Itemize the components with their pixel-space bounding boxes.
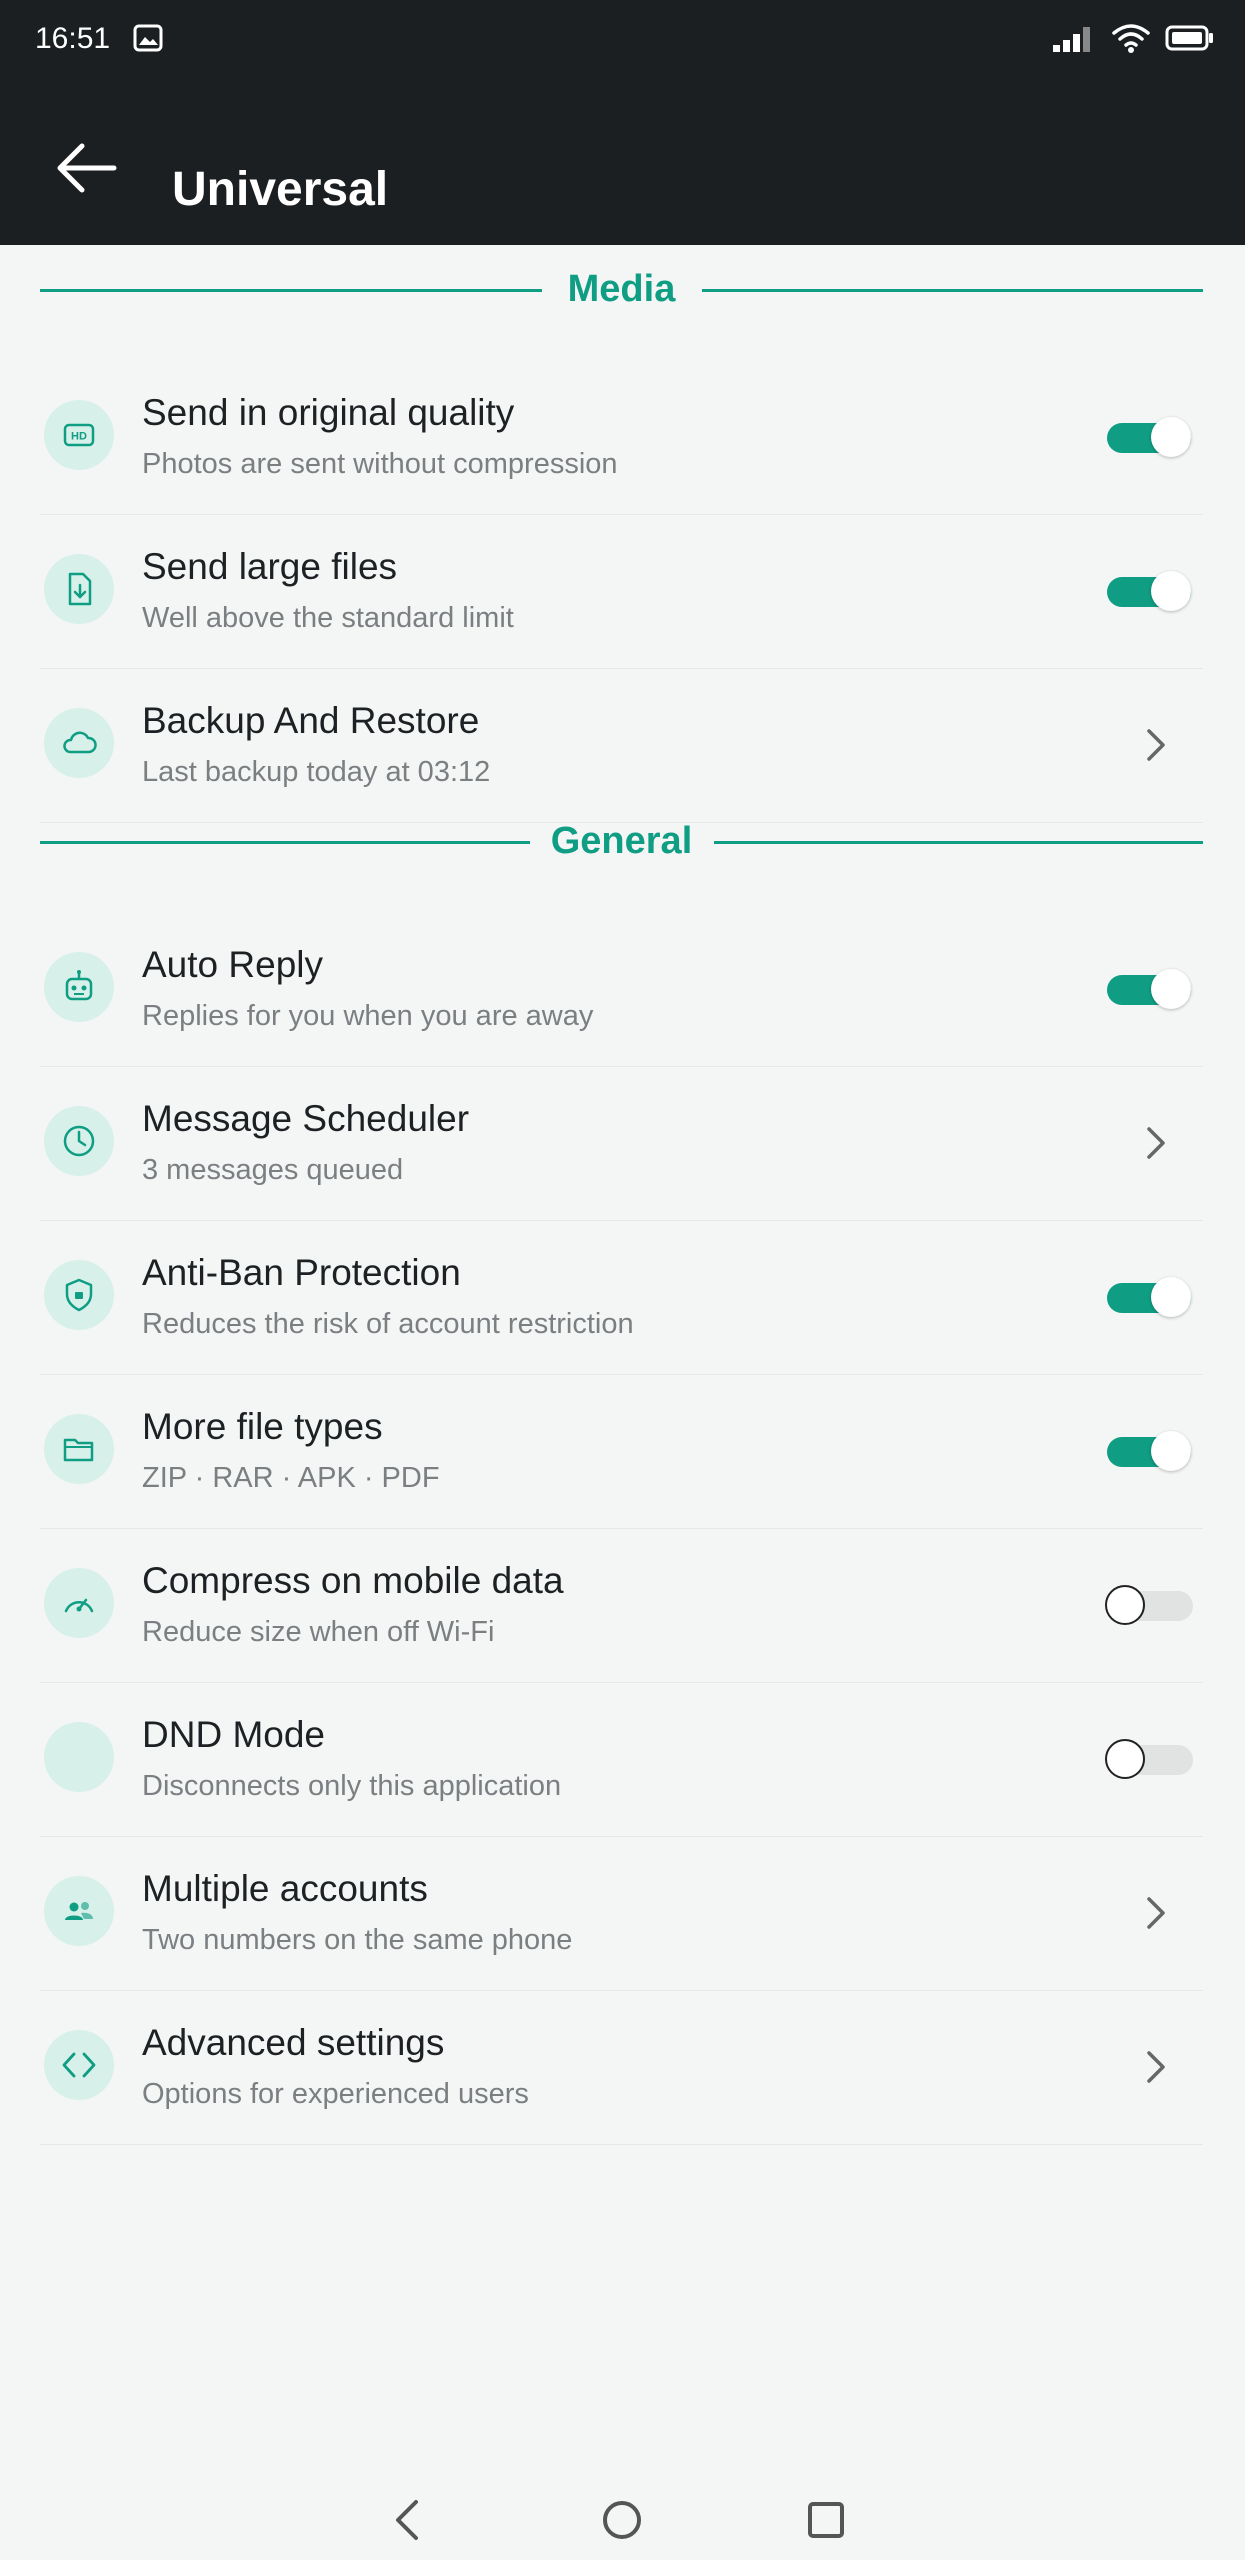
setting-row-multiple-accounts[interactable]: Multiple accounts Two numbers on the sam… (40, 1836, 1203, 1991)
chevron-right-icon (1147, 2051, 1165, 2083)
recents-icon[interactable] (796, 2490, 856, 2550)
setting-title: Message Scheduler (142, 1098, 470, 1139)
back-icon[interactable] (378, 2490, 438, 2550)
home-icon[interactable] (592, 2490, 652, 2550)
setting-title: DND Mode (142, 1714, 325, 1755)
setting-row-original-quality[interactable]: HD Send in original quality Photos are s… (40, 360, 1203, 515)
speedometer-icon (44, 1568, 114, 1638)
clock-icon (44, 1106, 114, 1176)
setting-row-anti-ban[interactable]: Anti-Ban Protection Reduces the risk of … (40, 1220, 1203, 1375)
section-header-general: General (40, 812, 1203, 872)
setting-subtitle: Disconnects only this application (142, 1770, 562, 1802)
setting-subtitle: ZIP · RAR · APK · PDF (142, 1462, 440, 1494)
setting-subtitle: Options for experienced users (142, 2078, 529, 2110)
setting-subtitle: Reduce size when off Wi-Fi (142, 1616, 495, 1648)
setting-row-compress-mobile[interactable]: Compress on mobile data Reduce size when… (40, 1528, 1203, 1683)
status-time: 16:51 (35, 22, 111, 55)
file-download-icon (44, 554, 114, 624)
setting-title: Compress on mobile data (142, 1560, 564, 1601)
setting-title: Advanced settings (142, 2022, 445, 2063)
folder-icon (44, 1414, 114, 1484)
robot-icon (44, 952, 114, 1022)
section-label: General (550, 820, 693, 862)
setting-title: More file types (142, 1406, 383, 1447)
setting-subtitle: Well above the standard limit (142, 602, 514, 634)
setting-row-message-scheduler[interactable]: Message Scheduler 3 messages queued (40, 1066, 1203, 1221)
chevron-right-icon (1147, 1897, 1165, 1929)
svg-text:HD: HD (71, 431, 87, 443)
original-quality-toggle[interactable] (1105, 417, 1193, 457)
dnd-toggle[interactable] (1105, 1739, 1193, 1779)
section-header-media: Media (40, 260, 1203, 320)
signal-icon (1053, 27, 1090, 52)
setting-row-advanced[interactable]: Advanced settings Options for experience… (40, 1990, 1203, 2145)
shield-icon (44, 1260, 114, 1330)
image-icon (133, 24, 163, 52)
setting-title: Auto Reply (142, 944, 323, 985)
app-bar: Universal (0, 80, 1245, 245)
people-icon (44, 1876, 114, 1946)
hd-icon: HD (44, 400, 114, 470)
cloud-icon (44, 708, 114, 778)
setting-subtitle: Replies for you when you are away (142, 1000, 594, 1032)
battery-icon (1165, 25, 1213, 51)
status-icons (1051, 18, 1215, 58)
file-types-toggle[interactable] (1105, 1431, 1193, 1471)
setting-row-backup[interactable]: Backup And Restore Last backup today at … (40, 668, 1203, 823)
anti-ban-toggle[interactable] (1105, 1277, 1193, 1317)
setting-title: Send in original quality (142, 392, 515, 433)
large-files-toggle[interactable] (1105, 571, 1193, 611)
setting-title: Send large files (142, 546, 398, 587)
chevron-right-icon (1147, 729, 1165, 761)
compress-mobile-toggle[interactable] (1105, 1585, 1193, 1625)
section-label: Media (567, 268, 676, 310)
setting-title: Multiple accounts (142, 1868, 428, 1909)
setting-subtitle: Reduces the risk of account restriction (142, 1308, 634, 1340)
setting-title: Backup And Restore (142, 700, 480, 741)
auto-reply-toggle[interactable] (1105, 969, 1193, 1009)
status-bar: 16:51 (0, 0, 1245, 80)
code-icon (44, 2030, 114, 2100)
setting-subtitle: Photos are sent without compression (142, 448, 618, 480)
setting-title: Anti-Ban Protection (142, 1252, 461, 1293)
page-title: Universal (172, 163, 389, 216)
system-nav-bar (0, 2480, 1245, 2560)
moon-icon (44, 1722, 114, 1792)
setting-subtitle: Last backup today at 03:12 (142, 756, 491, 788)
setting-row-dnd[interactable]: DND Mode Disconnects only this applicati… (40, 1682, 1203, 1837)
setting-row-large-files[interactable]: Send large files Well above the standard… (40, 514, 1203, 669)
setting-row-auto-reply[interactable]: Auto Reply Replies for you when you are … (40, 912, 1203, 1067)
setting-subtitle: Two numbers on the same phone (142, 1924, 573, 1956)
wifi-icon (1112, 24, 1150, 53)
chevron-right-icon (1147, 1127, 1165, 1159)
setting-row-file-types[interactable]: More file types ZIP · RAR · APK · PDF (40, 1374, 1203, 1529)
setting-subtitle: 3 messages queued (142, 1154, 404, 1186)
arrow-left-icon[interactable] (50, 132, 122, 204)
